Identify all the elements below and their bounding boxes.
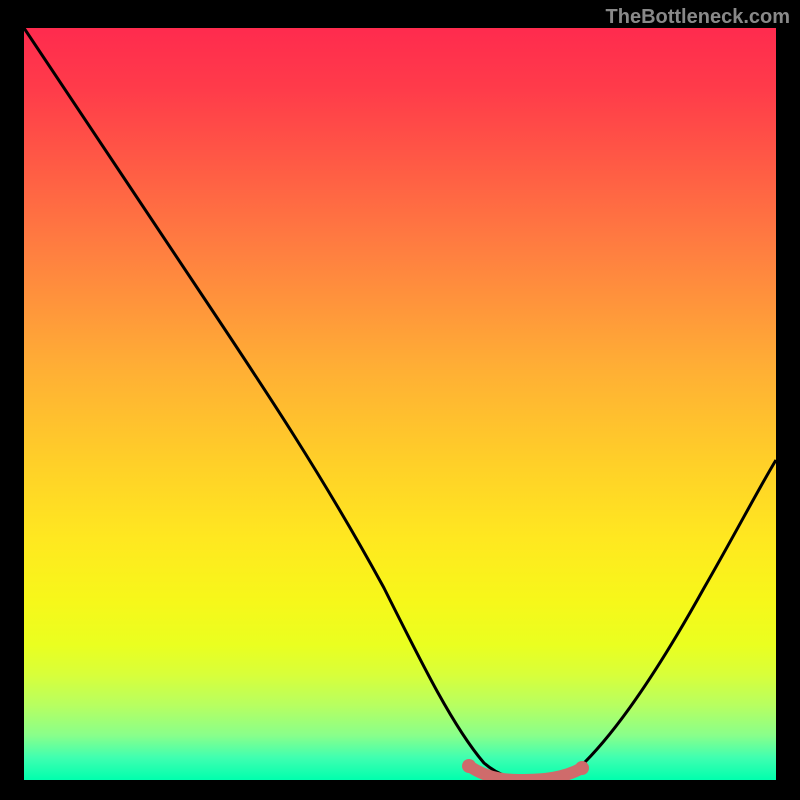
highlight-dot-end — [575, 761, 589, 775]
watermark-text: TheBottleneck.com — [606, 6, 790, 29]
curve-layer — [24, 28, 776, 780]
chart-container: TheBottleneck.com — [0, 0, 800, 800]
highlight-dot-start — [462, 759, 476, 773]
bottleneck-curve — [24, 28, 776, 780]
plot-area — [24, 28, 776, 780]
highlight-segment — [469, 766, 582, 780]
